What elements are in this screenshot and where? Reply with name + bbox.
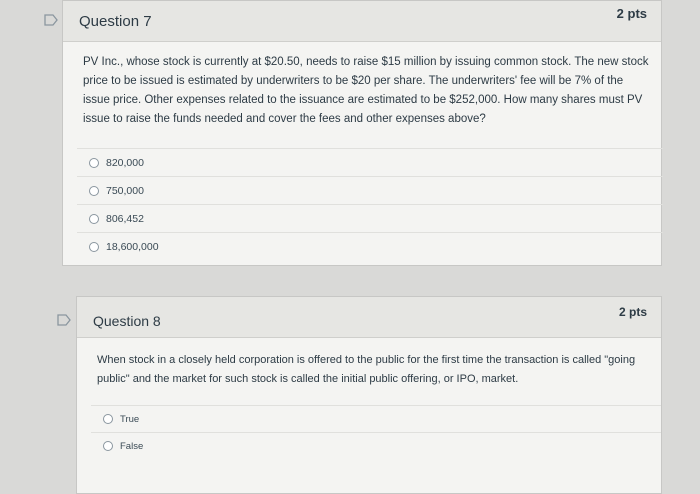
flag-question-icon[interactable] [57, 314, 71, 326]
radio-button[interactable] [89, 185, 99, 196]
question-7-card: Question 7 2 pts PV Inc., whose stock is… [62, 0, 663, 266]
answer-option[interactable]: True [91, 405, 661, 432]
answer-label: 18,600,000 [106, 240, 159, 253]
answer-label: 806,452 [106, 212, 144, 225]
question-7-points: 2 pts [616, 6, 647, 21]
question-7-header [63, 1, 661, 42]
question-8-text: When stock in a closely held corporation… [97, 354, 636, 385]
answer-option[interactable]: 820,000 [77, 148, 663, 176]
question-8-answers: True False [91, 405, 661, 459]
question-8-title: Question 8 [93, 313, 161, 329]
answer-label: 750,000 [106, 184, 144, 197]
question-8-header [77, 297, 661, 338]
answer-label: True [120, 413, 140, 425]
radio-button[interactable] [103, 441, 113, 451]
radio-button[interactable] [89, 241, 99, 252]
answer-label: 820,000 [106, 156, 144, 169]
answer-option[interactable]: 18,600,000 [77, 232, 663, 260]
question-7-text: PV Inc., whose stock is currently at $20… [83, 56, 649, 125]
radio-button[interactable] [89, 213, 99, 224]
radio-button[interactable] [103, 414, 113, 424]
flag-question-icon[interactable] [44, 14, 58, 26]
answer-label: False [120, 440, 144, 452]
radio-button[interactable] [89, 157, 99, 168]
answer-option[interactable]: False [91, 432, 661, 459]
answer-option[interactable]: 806,452 [77, 204, 663, 232]
question-7-title: Question 7 [79, 13, 152, 30]
question-8-points: 2 pts [618, 305, 647, 319]
question-7-answers: 820,000 750,000 806,452 18,600,000 [77, 148, 663, 260]
question-8-card: Question 8 2 pts When stock in a closely… [76, 296, 662, 494]
answer-option[interactable]: 750,000 [77, 176, 663, 204]
